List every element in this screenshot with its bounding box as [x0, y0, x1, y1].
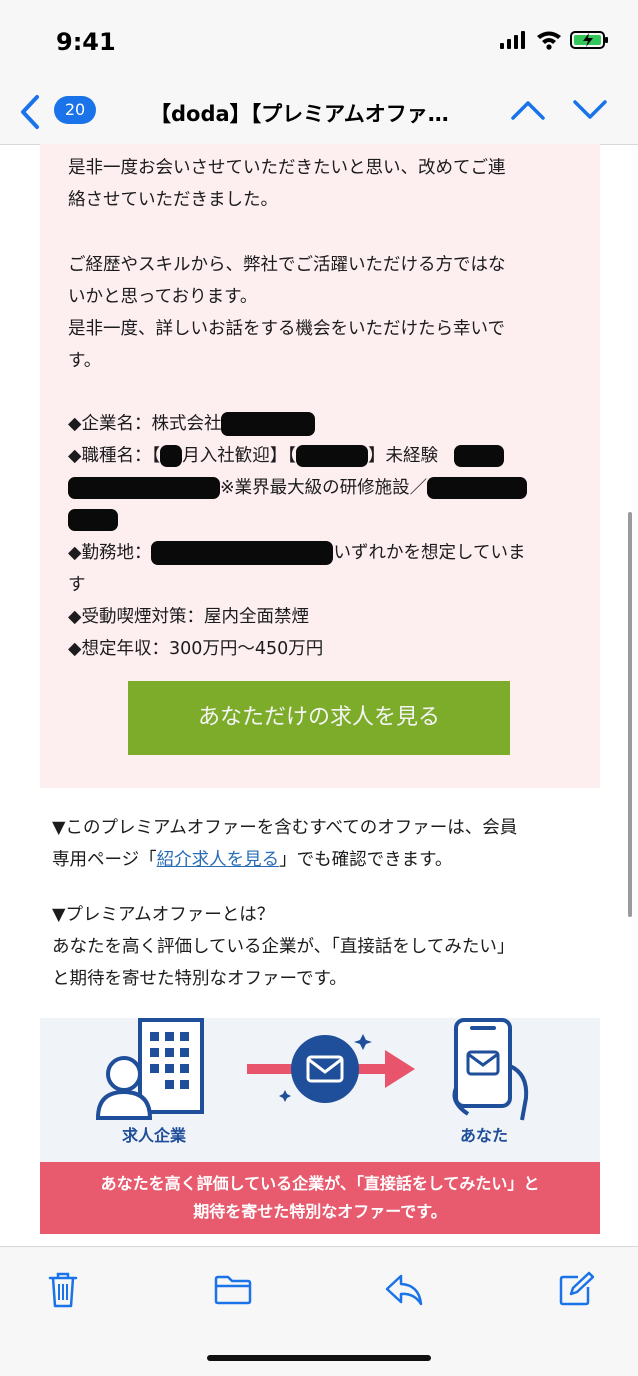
company-building-icon [96, 1018, 204, 1120]
premium-offer-heading: ▼プレミアムオファーとは？ [52, 905, 275, 925]
mail-nav-bar: 20 【doda】【プレミアムオファ… [0, 82, 638, 145]
reply-icon[interactable] [384, 1273, 424, 1307]
body-line: す。 [68, 351, 102, 371]
redaction-bar [151, 541, 334, 565]
wifi-icon [537, 31, 561, 50]
company-row: ◆企業名：株式会社 [68, 408, 316, 440]
location-text: す [68, 575, 86, 595]
location-label: ◆勤務地： [68, 543, 152, 563]
job-row-2: ※業界最大級の研修施設／ [68, 472, 528, 504]
offer-note-text: 」でも確認できます。 [279, 850, 453, 870]
scroll-indicator[interactable] [628, 512, 632, 917]
compose-icon[interactable] [558, 1271, 594, 1307]
job-row-3 [68, 504, 118, 536]
view-exclusive-jobs-button[interactable]: あなただけの求人を見る [128, 681, 510, 755]
chevron-down-icon[interactable] [572, 96, 608, 124]
status-bar: 9:41 [0, 0, 638, 82]
job-row: ◆職種名：【 月入社歓迎】【 】未経験 [68, 440, 504, 472]
redaction-bar [68, 509, 118, 531]
battery-charging-icon [570, 31, 608, 49]
you-label: あなた [460, 1126, 509, 1145]
banner-line: あなたを高く評価している企業が、「直接話をしてみたい」と [100, 1174, 540, 1193]
redaction-bar [453, 445, 504, 467]
smartphone-hand-icon [452, 1018, 529, 1121]
job-text: 月入社歓迎】【 [182, 446, 296, 466]
offer-note-line: ▼このプレミアムオファーを含むすべてのオファーは、会員 [52, 818, 518, 838]
redaction-bar [427, 477, 528, 499]
offer-note-line: 専用ページ「紹介求人を見る」でも確認できます。 [52, 844, 452, 876]
back-chevron-icon[interactable] [18, 94, 42, 130]
location-row: ◆勤務地： いずれかを想定していま [68, 537, 525, 569]
smoking-row: ◆受動喫煙対策：屋内全面禁煙 [68, 607, 309, 627]
home-indicator[interactable] [207, 1355, 431, 1361]
job-text: 】未経験 [367, 446, 438, 466]
banner-line: 期待を寄せた特別なオファーです。 [193, 1202, 447, 1221]
status-icons [500, 30, 610, 50]
body-line: ご経歴やスキルから、弊社でご活躍いただける方ではな [68, 255, 506, 275]
premium-offer-banner: あなたを高く評価している企業が、「直接話をしてみたい」と 期待を寄せた特別なオフ… [40, 1162, 600, 1234]
job-label: ◆職種名：【 [68, 446, 161, 466]
redaction-bar [160, 445, 183, 467]
message-subject-title: 【doda】【プレミアムオファ… [150, 102, 449, 126]
offer-note-text: 専用ページ「 [52, 850, 157, 870]
premium-offer-desc: あなたを高く評価している企業が、「直接話をしてみたい」 [52, 937, 515, 957]
premium-offer-illustration: 求人企業 あなた [40, 1018, 600, 1163]
redaction-bar [221, 412, 316, 436]
mail-arrow-icon [247, 1034, 415, 1103]
body-line: いかと思っております。 [68, 287, 258, 307]
body-line: 絡させていただきました。 [68, 190, 278, 210]
company-label: ◆企業名：株式会社 [68, 414, 222, 434]
job-text: ※業界最大級の研修施設／ [220, 478, 428, 498]
body-line: 是非一度お会いさせていただきたいと思い、改めてご連 [68, 158, 506, 178]
salary-row: ◆想定年収：300万円〜450万円 [68, 639, 324, 659]
company-label: 求人企業 [122, 1126, 187, 1145]
chevron-up-icon[interactable] [510, 96, 546, 124]
trash-icon[interactable] [48, 1271, 78, 1309]
body-line: 是非一度、詳しいお話をする機会をいただけたら幸いで [68, 319, 505, 339]
folder-icon[interactable] [214, 1275, 252, 1305]
redaction-bar [295, 445, 368, 467]
status-time: 9:41 [56, 28, 116, 56]
location-text: いずれかを想定していま [333, 543, 526, 563]
signal-icon [500, 31, 525, 49]
referral-jobs-link[interactable]: 紹介求人を見る [157, 850, 280, 870]
premium-offer-desc: と期待を寄せた特別なオファーです。 [52, 969, 347, 989]
unread-count-badge[interactable]: 20 [54, 96, 96, 124]
redaction-bar [68, 477, 220, 499]
